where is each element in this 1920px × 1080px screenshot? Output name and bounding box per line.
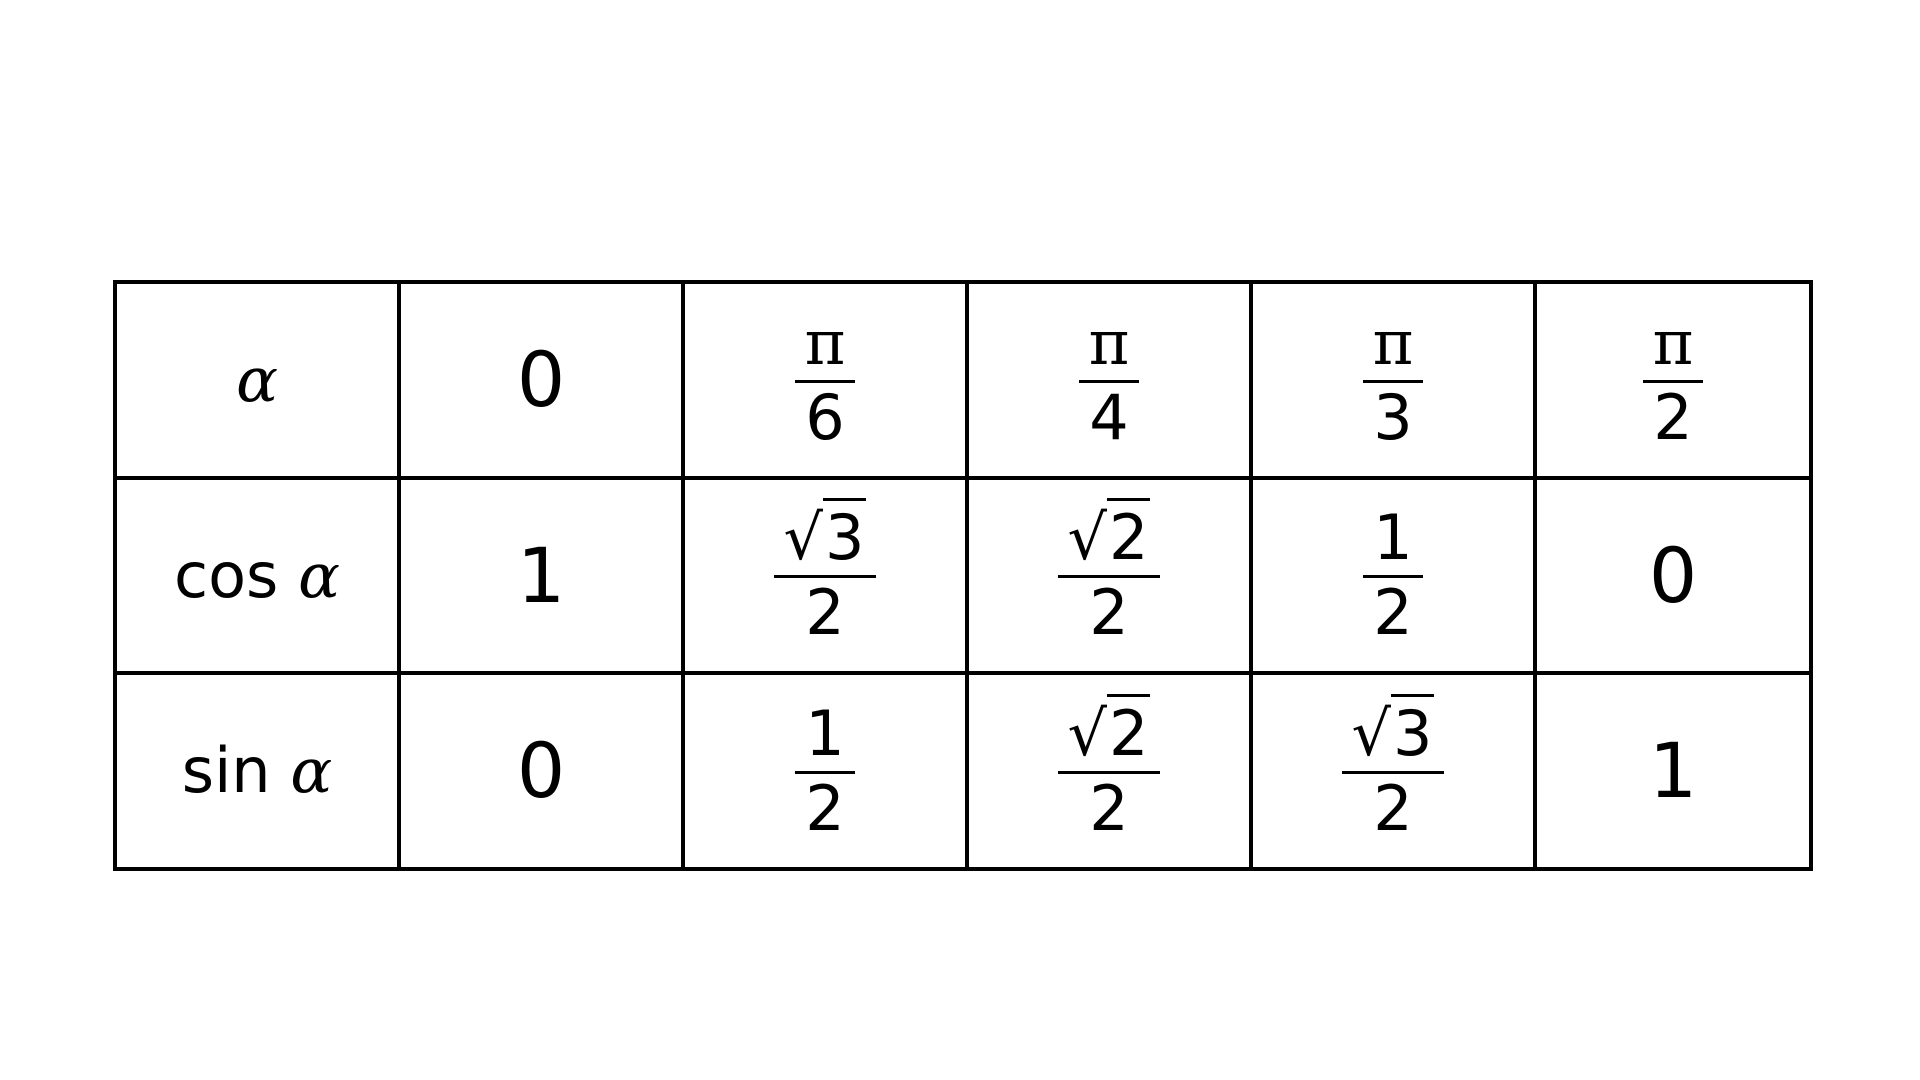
numerator: √3 (774, 498, 877, 574)
sqrt-icon: √ (1351, 696, 1392, 770)
table-body: α0 π 6 π 4 π 3 π 2 cos α1 √3 2 √2 2 1 2 … (113, 280, 1813, 871)
variable-alpha: α (298, 538, 340, 612)
fraction: π 4 (1078, 305, 1140, 454)
fraction: √2 2 (1057, 498, 1161, 649)
numerator: π (1372, 305, 1414, 379)
trig-values-table: α0 π 6 π 4 π 3 π 2 cos α1 √3 2 √2 2 1 2 … (113, 280, 1813, 871)
fraction: π 2 (1642, 305, 1704, 454)
function-name: sin (181, 734, 271, 807)
denominator: 2 (1089, 771, 1129, 845)
value-cell: 1 2 (681, 671, 969, 871)
radicand: 3 (1391, 693, 1435, 770)
numerator: π (1652, 305, 1694, 379)
value: 0 (516, 335, 566, 424)
denominator: 2 (1653, 380, 1693, 454)
value-cell: π 2 (1533, 280, 1813, 480)
value-cell: √3 2 (1249, 671, 1537, 871)
numerator: π (1088, 305, 1130, 379)
fraction: 1 2 (795, 696, 855, 845)
value-cell: √2 2 (965, 671, 1253, 871)
row-header-cell: sin α (113, 671, 401, 871)
denominator: 2 (805, 576, 845, 649)
radicand: 2 (1107, 693, 1151, 770)
numerator: √3 (1342, 693, 1445, 770)
row-label: sin α (182, 734, 332, 807)
fraction: √2 2 (1057, 693, 1161, 845)
fraction: √3 2 (1341, 693, 1445, 845)
row-label: cos α (174, 539, 340, 612)
radicand: 3 (823, 498, 867, 574)
value-cell: 1 (1533, 671, 1813, 871)
fraction: π 6 (794, 305, 856, 454)
value: 1 (516, 530, 566, 620)
angle-row: α 0 π 6 π 4 π 3 π 2 (113, 280, 1813, 480)
numerator: π (804, 305, 846, 379)
denominator: 6 (805, 380, 845, 454)
denominator: 2 (1373, 771, 1413, 845)
value: 0 (516, 726, 566, 815)
value-cell: π 6 (681, 280, 969, 480)
value: 1 (1648, 726, 1698, 815)
fraction: √3 2 (773, 498, 877, 649)
sqrt-icon: √ (783, 501, 824, 574)
numerator: 1 (1373, 501, 1413, 574)
variable-alpha: α (290, 734, 333, 807)
value-cell: 1 2 (1249, 476, 1537, 675)
value-cell: π 4 (965, 280, 1253, 480)
denominator: 2 (1089, 576, 1129, 649)
variable-alpha: α (236, 343, 278, 416)
sqrt-icon: √ (1067, 501, 1108, 574)
row-header-cell: cos α (113, 476, 401, 675)
numerator: 1 (805, 696, 845, 770)
sin-row: sin α0 1 2 √2 2 √3 21 (113, 671, 1813, 871)
value-cell: 0 (397, 280, 685, 480)
numerator: √2 (1058, 693, 1161, 770)
value-cell: √2 2 (965, 476, 1253, 675)
row-header-cell: α (113, 280, 401, 480)
denominator: 2 (1373, 576, 1413, 649)
sqrt-icon: √ (1067, 696, 1108, 770)
value-cell: π 3 (1249, 280, 1537, 480)
fraction: π 3 (1362, 305, 1424, 454)
value-cell: 0 (1533, 476, 1813, 675)
numerator: √2 (1058, 498, 1161, 574)
denominator: 3 (1373, 380, 1413, 454)
value-cell: 0 (397, 671, 685, 871)
denominator: 2 (805, 771, 845, 845)
value-cell: 1 (397, 476, 685, 675)
cos-row: cos α1 √3 2 √2 2 1 20 (113, 476, 1813, 675)
fraction: 1 2 (1363, 501, 1423, 649)
row-label: α (236, 343, 278, 416)
value-cell: √3 2 (681, 476, 969, 675)
function-name: cos (174, 538, 279, 612)
radicand: 2 (1107, 498, 1151, 574)
value: 0 (1648, 530, 1698, 620)
denominator: 4 (1089, 380, 1129, 454)
